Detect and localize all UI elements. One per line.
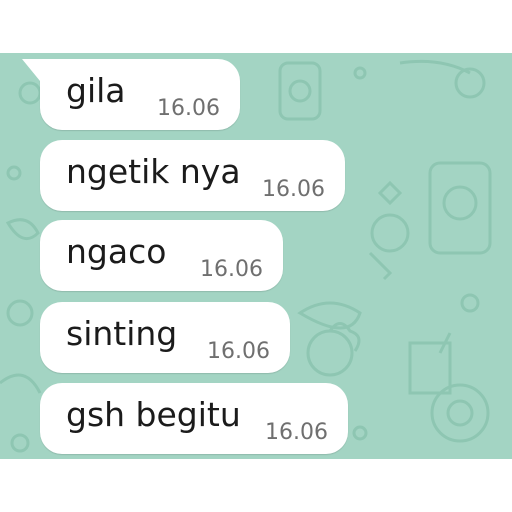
message-text: ngaco: [66, 232, 167, 271]
message-text: gsh begitu: [66, 395, 241, 434]
message-bubble[interactable]: gsh begitu 16.06: [40, 383, 348, 454]
message-bubble[interactable]: sinting 16.06: [40, 302, 290, 373]
message-text: ngetik nya: [66, 152, 241, 191]
message-time: 16.06: [157, 96, 220, 121]
message-bubble[interactable]: ngetik nya 16.06: [40, 140, 345, 211]
bubble-tail: [22, 59, 40, 81]
message-text: sinting: [66, 314, 178, 353]
chat-background: gila 16.06 ngetik nya 16.06 ngaco 16.06 …: [0, 53, 512, 459]
message-time: 16.06: [265, 420, 328, 445]
message-text: gila: [66, 71, 126, 110]
message-time: 16.06: [200, 257, 263, 282]
message-time: 16.06: [262, 177, 325, 202]
message-bubble[interactable]: ngaco 16.06: [40, 220, 283, 291]
message-time: 16.06: [207, 339, 270, 364]
message-bubble[interactable]: gila 16.06: [22, 59, 240, 130]
